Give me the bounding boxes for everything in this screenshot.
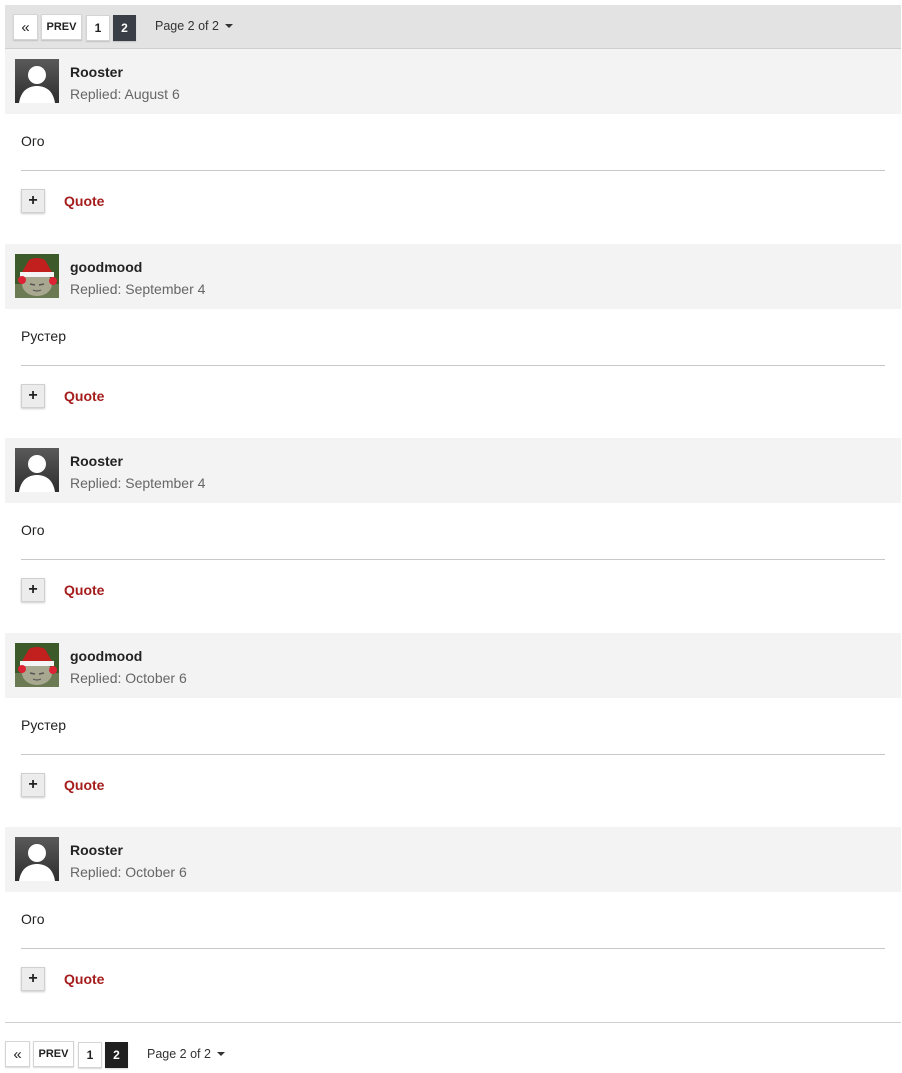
author-name[interactable]: goodmood	[70, 259, 142, 275]
post-body: Ого	[21, 133, 45, 149]
page-2-button[interactable]: 2	[105, 1042, 128, 1068]
post-header: Rooster Replied: October 6	[5, 827, 901, 892]
cat-santa-hat-avatar-icon[interactable]	[15, 254, 59, 298]
default-user-avatar-icon[interactable]	[15, 448, 59, 492]
reply-date: Replied: September 4	[70, 281, 206, 297]
caret-down-icon	[224, 24, 233, 28]
default-user-avatar-icon[interactable]	[15, 59, 59, 103]
first-page-button[interactable]: «	[13, 14, 38, 40]
author-name[interactable]: Rooster	[70, 453, 123, 469]
page-1-button[interactable]: 1	[86, 15, 110, 41]
divider	[21, 754, 885, 755]
divider	[21, 948, 885, 949]
post-body: Рустер	[21, 328, 67, 344]
pagination-bottom: « PREV 1 2 Page 2 of 2	[5, 1022, 901, 1073]
plus-icon[interactable]: +	[21, 578, 45, 602]
page-count-label: Page 2 of 2	[155, 19, 219, 33]
divider	[21, 170, 885, 171]
page-2-button[interactable]: 2	[113, 15, 136, 41]
post: goodmood Replied: October 6 Рустер + Quo…	[5, 633, 901, 827]
author-name[interactable]: Rooster	[70, 842, 123, 858]
reply-date: Replied: October 6	[70, 670, 187, 686]
quote-button[interactable]: Quote	[64, 777, 104, 793]
divider	[21, 365, 885, 366]
post: goodmood Replied: September 4 Рустер + Q…	[5, 244, 901, 438]
page-jump-dropdown[interactable]: Page 2 of 2	[155, 19, 233, 33]
plus-icon[interactable]: +	[21, 967, 45, 991]
plus-icon[interactable]: +	[21, 384, 45, 408]
cat-santa-hat-avatar-icon[interactable]	[15, 643, 59, 687]
caret-down-icon	[216, 1052, 225, 1056]
page-jump-dropdown[interactable]: Page 2 of 2	[147, 1047, 225, 1061]
quote-button[interactable]: Quote	[64, 388, 104, 404]
post-header: goodmood Replied: September 4	[5, 244, 901, 309]
quote-button[interactable]: Quote	[64, 971, 104, 987]
page-count-label: Page 2 of 2	[147, 1047, 211, 1061]
pagination-top: « PREV 1 2 Page 2 of 2	[5, 5, 901, 49]
quote-button[interactable]: Quote	[64, 582, 104, 598]
reply-date: Replied: October 6	[70, 864, 187, 880]
reply-date: Replied: August 6	[70, 86, 180, 102]
quote-button[interactable]: Quote	[64, 193, 104, 209]
reply-date: Replied: September 4	[70, 475, 206, 491]
first-page-button[interactable]: «	[5, 1041, 30, 1067]
post-body: Рустер	[21, 717, 67, 733]
post-header: Rooster Replied: September 4	[5, 438, 901, 503]
post-body: Ого	[21, 522, 45, 538]
post: Rooster Replied: August 6 Ого + Quote	[5, 49, 901, 244]
author-name[interactable]: goodmood	[70, 648, 142, 664]
post-body: Ого	[21, 911, 45, 927]
plus-icon[interactable]: +	[21, 189, 45, 213]
author-name[interactable]: Rooster	[70, 64, 123, 80]
plus-icon[interactable]: +	[21, 773, 45, 797]
page-1-button[interactable]: 1	[78, 1042, 102, 1068]
post-header: goodmood Replied: October 6	[5, 633, 901, 698]
default-user-avatar-icon[interactable]	[15, 837, 59, 881]
prev-button[interactable]: PREV	[41, 14, 82, 40]
prev-button[interactable]: PREV	[33, 1041, 74, 1067]
post: Rooster Replied: September 4 Ого + Quote	[5, 438, 901, 633]
divider	[21, 559, 885, 560]
post-header: Rooster Replied: August 6	[5, 49, 901, 114]
post: Rooster Replied: October 6 Ого + Quote	[5, 827, 901, 1022]
